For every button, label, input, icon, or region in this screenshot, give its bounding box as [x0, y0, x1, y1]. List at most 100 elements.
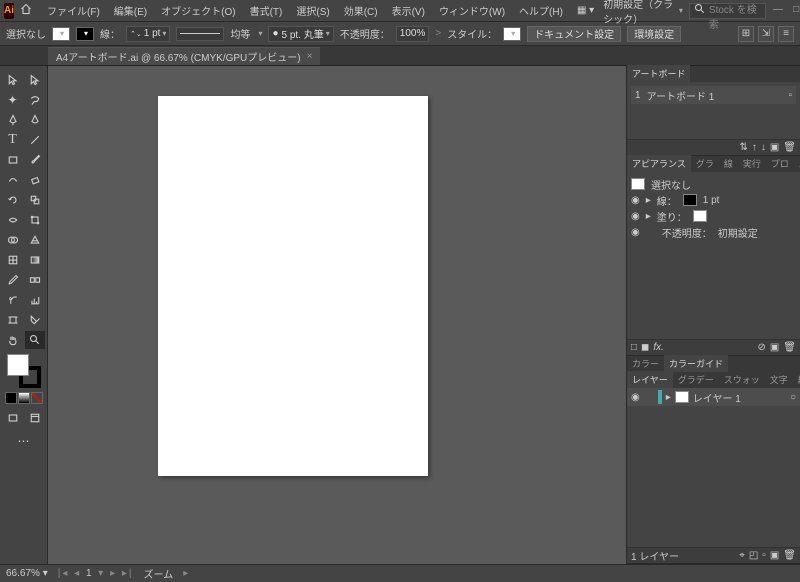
artboard-list-item[interactable]: 1 アートボード 1 ▫ — [631, 86, 796, 104]
selection-tool[interactable] — [3, 71, 23, 89]
line-tool[interactable] — [25, 131, 45, 149]
brush-tool[interactable] — [25, 151, 45, 169]
color-guide-tab[interactable]: カラーガイド — [664, 355, 728, 372]
ap-stroke-swatch[interactable] — [683, 194, 697, 206]
make-clipping-icon[interactable]: ◰ — [749, 550, 758, 561]
fill-stroke-swatch[interactable] — [7, 354, 41, 388]
graph-tool[interactable] — [25, 291, 45, 309]
layer-target-icon[interactable]: ○ — [790, 392, 796, 403]
curvature-tool[interactable] — [25, 111, 45, 129]
stock-search-input[interactable]: Adobe Stock を検索 — [689, 3, 766, 19]
shape-builder-tool[interactable] — [3, 231, 23, 249]
delete-icon[interactable]: 🗑 — [783, 342, 796, 353]
align-icon[interactable]: ⊞ — [738, 26, 754, 42]
color-mode-none[interactable] — [31, 392, 43, 404]
screen-mode-menu[interactable] — [25, 409, 45, 427]
home-icon[interactable] — [20, 3, 32, 18]
mesh-tool[interactable] — [3, 251, 23, 269]
ap-opacity-value[interactable]: 初期設定 — [718, 225, 758, 240]
style-swatch[interactable]: ▾ — [503, 27, 521, 41]
document-tab[interactable]: A4アートボード.ai @ 66.67% (CMYK/GPUプレビュー) × — [48, 47, 320, 65]
brush-select[interactable]: ● 5 pt. 丸筆▾ — [268, 26, 333, 42]
stroke-tab[interactable]: 線 — [719, 155, 738, 172]
menu-select[interactable]: 選択(S) — [291, 1, 334, 20]
clear-appearance-icon[interactable]: ⊘ — [757, 342, 765, 353]
panel-menu-icon[interactable]: ≡ — [778, 26, 794, 42]
symbol-sprayer-tool[interactable] — [3, 291, 23, 309]
delete-artboard-icon[interactable]: 🗑 — [783, 142, 796, 153]
type-tool[interactable]: T — [3, 131, 23, 149]
color-mode-solid[interactable] — [5, 392, 17, 404]
move-up-icon[interactable]: ↑ — [752, 142, 757, 153]
direct-selection-tool[interactable] — [25, 71, 45, 89]
menu-file[interactable]: ファイル(F) — [42, 1, 105, 20]
new-stroke-icon[interactable]: □ — [631, 342, 637, 353]
transform-icon[interactable]: ⇲ — [758, 26, 774, 42]
layers-tab[interactable]: レイヤー — [627, 371, 673, 388]
move-down-icon[interactable]: ↓ — [761, 142, 766, 153]
artboards-tab[interactable]: アートボード — [627, 65, 690, 82]
perspective-tool[interactable] — [25, 231, 45, 249]
menu-view[interactable]: 表示(V) — [387, 1, 430, 20]
gradients-tab[interactable]: グラデー — [673, 371, 719, 388]
character-tab[interactable]: 文字 — [765, 371, 793, 388]
hand-tool[interactable] — [3, 331, 23, 349]
zoom-tool[interactable] — [25, 331, 45, 349]
menu-type[interactable]: 書式(T) — [245, 1, 288, 20]
fill-color-swatch[interactable] — [7, 354, 29, 376]
opacity-input[interactable]: 100% — [396, 26, 430, 42]
free-transform-tool[interactable] — [25, 211, 45, 229]
rotate-tool[interactable] — [3, 191, 23, 209]
stroke-profile[interactable] — [176, 27, 224, 41]
actions-tab[interactable]: 実行 — [738, 155, 766, 172]
close-tab-icon[interactable]: × — [307, 51, 313, 62]
menu-help[interactable]: ヘルプ(H) — [514, 1, 568, 20]
menu-window[interactable]: ウィンドウ(W) — [434, 1, 510, 20]
scale-tool[interactable] — [25, 191, 45, 209]
rectangle-tool[interactable] — [3, 151, 23, 169]
blend-tool[interactable] — [25, 271, 45, 289]
new-fill-icon[interactable]: ◼ — [641, 342, 649, 353]
pen-tool[interactable] — [3, 111, 23, 129]
menu-arrange-icon[interactable]: ▦ ▾ — [572, 3, 599, 18]
canvas[interactable] — [48, 66, 626, 564]
screen-mode-normal[interactable] — [3, 409, 23, 427]
magic-wand-tool[interactable]: ✦ — [3, 91, 23, 109]
fill-swatch[interactable]: ▾ — [52, 27, 70, 41]
slice-tool[interactable] — [25, 311, 45, 329]
locate-layer-icon[interactable]: ⌖ — [739, 550, 745, 561]
properties-tab[interactable]: プロ — [766, 155, 794, 172]
document-setup-button[interactable]: ドキュメント設定 — [527, 26, 621, 42]
menu-edit[interactable]: 編集(E) — [109, 1, 152, 20]
layer-name[interactable]: レイヤー 1 — [693, 390, 786, 405]
edit-toolbar-icon[interactable]: ⋯ — [14, 432, 34, 450]
lasso-tool[interactable] — [25, 91, 45, 109]
width-tool[interactable] — [3, 211, 23, 229]
workspace-switcher[interactable]: 初期設定（クラシック） ▾ — [603, 0, 683, 26]
zoom-level[interactable]: 66.67% ▾ — [6, 568, 48, 579]
visibility-icon[interactable]: ◉ — [631, 227, 640, 238]
gradient-tool[interactable] — [25, 251, 45, 269]
color-tab[interactable]: カラー — [627, 355, 664, 372]
appearance-tab[interactable]: アピアランス — [627, 155, 691, 172]
stroke-swatch[interactable]: ▾ — [76, 27, 94, 41]
eyedropper-tool[interactable] — [3, 271, 23, 289]
menu-effect[interactable]: 効果(C) — [339, 1, 383, 20]
layer-visibility-icon[interactable]: ◉ — [631, 392, 640, 403]
preferences-button[interactable]: 環境設定 — [627, 26, 681, 42]
eraser-tool[interactable] — [25, 171, 45, 189]
ap-stroke-value[interactable]: 1 pt — [703, 195, 720, 206]
layer-row[interactable]: ◉ ▸ レイヤー 1 ○ — [627, 388, 800, 406]
paragraph-tab[interactable]: 段落 — [793, 371, 800, 388]
pathfinder-tab[interactable]: パラ — [794, 155, 800, 172]
rearrange-icon[interactable]: ⇅ — [739, 142, 747, 153]
new-layer-icon[interactable]: ▣ — [770, 550, 779, 561]
duplicate-icon[interactable]: ▣ — [770, 342, 779, 353]
shaper-tool[interactable] — [3, 171, 23, 189]
maximize-button[interactable]: □ — [790, 4, 800, 18]
new-artboard-icon[interactable]: ▣ — [770, 142, 779, 153]
menu-object[interactable]: オブジェクト(O) — [156, 1, 240, 20]
artboard-options-icon[interactable]: ▫ — [788, 90, 792, 101]
delete-layer-icon[interactable]: 🗑 — [783, 550, 796, 561]
artboard-nav[interactable]: |◂ ◂ 1 ▾ ▸ ▸| — [58, 568, 134, 579]
